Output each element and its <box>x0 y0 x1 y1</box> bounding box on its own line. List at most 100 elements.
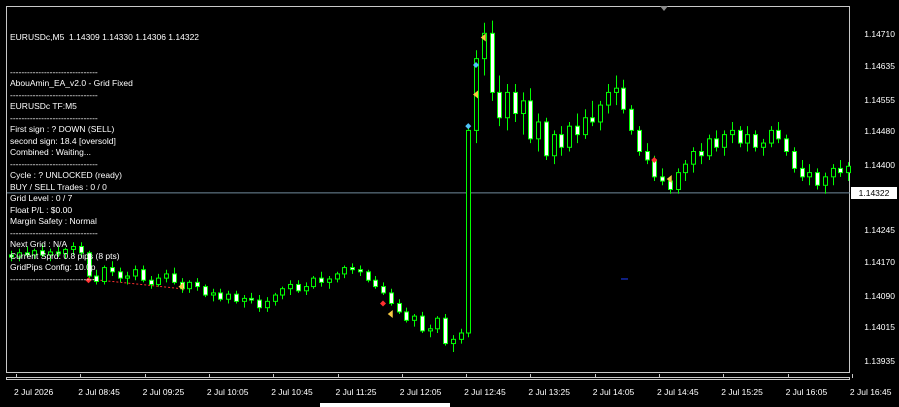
candle-body <box>435 317 440 330</box>
candle-body <box>683 163 688 174</box>
time-tick-label: 2 Jul 2026 <box>14 387 54 397</box>
candle-body <box>319 277 324 283</box>
candle-body <box>621 87 626 110</box>
shift-marker-icon[interactable] <box>660 6 668 11</box>
candle-body <box>304 286 309 292</box>
candle-body <box>544 121 549 157</box>
time-tick-label: 2 Jul 16:45 <box>849 387 892 397</box>
candle-body <box>288 283 293 290</box>
candle-body <box>575 125 580 136</box>
candle-body <box>249 297 254 301</box>
current-price-label: 1.14322 <box>851 186 897 199</box>
ea-status-line: Float P/L : $0.00 <box>10 204 73 215</box>
candle-body <box>265 300 270 309</box>
candle-body <box>606 91 611 106</box>
candle-body <box>342 267 347 275</box>
candle-body <box>242 297 247 302</box>
info-panel: EURUSDc,M5 1.14309 1.14330 1.14306 1.143… <box>10 9 199 284</box>
candle-body <box>567 125 572 148</box>
candle-body <box>637 129 642 153</box>
time-tick-label: 2 Jul 14:45 <box>657 387 699 397</box>
candle-body <box>699 151 704 157</box>
chart-scrollbar[interactable] <box>6 377 850 380</box>
candle-body <box>838 167 843 174</box>
candle-body <box>466 129 471 334</box>
candle-body <box>676 172 681 190</box>
candle-body <box>668 180 673 190</box>
candle-body <box>397 302 402 313</box>
candle-body <box>645 151 650 161</box>
candle-body <box>358 269 363 273</box>
ea-status-line: BUY / SELL Trades : 0 / 0 <box>10 181 107 192</box>
candle-body <box>257 299 262 309</box>
ea-status-line: Grid Level : 0 / 7 <box>10 193 73 203</box>
ea-status-line: AbouAmin_EA_v2.0 - Grid Fixed <box>10 78 133 88</box>
price-tick-label: 1.14710 <box>864 29 895 40</box>
time-tick-label: 2 Jul 10:45 <box>271 387 313 397</box>
candle-body <box>815 172 820 186</box>
time-tick-label: 2 Jul 11:25 <box>335 387 377 397</box>
candle-body <box>226 293 231 300</box>
ea-status-line: First sign : ? DOWN (SELL) <box>10 124 115 134</box>
ea-status-line: ------------------------------- <box>10 112 98 123</box>
candle-body <box>792 151 797 169</box>
candle-body <box>807 172 812 178</box>
candle-body <box>846 165 851 174</box>
candle-body <box>350 267 355 271</box>
candle-body <box>420 315 425 332</box>
candle-body <box>730 129 735 136</box>
candle-body <box>521 100 526 115</box>
sell-signal-icon <box>380 300 386 307</box>
candle-body <box>590 117 595 123</box>
time-tick-label: 2 Jul 13:25 <box>528 387 570 397</box>
candle-body <box>428 328 433 332</box>
chart-window[interactable]: EURUSDc,M5 1.14309 1.14330 1.14306 1.143… <box>0 0 899 407</box>
candle-body <box>691 151 696 165</box>
ea-status-line: GridPips Config: 10.0p <box>10 262 96 272</box>
candle-body <box>583 117 588 136</box>
candle-body <box>707 138 712 157</box>
candle-body <box>490 32 495 93</box>
price-tick-label: 1.14635 <box>864 60 895 71</box>
price-tick-label: 1.13935 <box>864 356 895 367</box>
candle-body <box>776 129 781 140</box>
candle-body <box>831 167 836 178</box>
time-tick-label: 2 Jul 12:45 <box>464 387 506 397</box>
ea-status-line: Next Grid : N/A <box>10 239 68 249</box>
candle-body <box>373 279 378 288</box>
candle-body <box>381 286 386 294</box>
candle-body <box>335 273 340 280</box>
candle-body <box>784 138 789 153</box>
candle-body <box>327 278 332 283</box>
ea-status-line: ------------------------------- <box>10 89 98 100</box>
candle-body <box>738 129 743 144</box>
candle-body <box>800 167 805 178</box>
time-tick-label: 2 Jul 09:25 <box>142 387 185 397</box>
time-tick-label: 2 Jul 10:05 <box>206 387 249 397</box>
horizontal-scroll-thumb[interactable] <box>320 403 450 407</box>
time-tick-label: 2 Jul 16:05 <box>785 387 828 397</box>
ea-status-line: Current Sprd: 0.8 pips (8 pts) <box>10 250 120 261</box>
time-tick-label: 2 Jul 12:05 <box>399 387 442 397</box>
candle-body <box>629 108 634 131</box>
price-tick-label: 1.14245 <box>864 225 895 236</box>
candle-body <box>528 100 533 140</box>
candle-body <box>280 288 285 296</box>
price-tick-label: 1.14400 <box>864 159 895 170</box>
time-tick-label: 2 Jul 14:05 <box>592 387 635 397</box>
candle-body <box>366 271 371 281</box>
ea-status-line: second sign: 18.4 [oversold] <box>10 135 116 146</box>
candle-body <box>614 87 619 93</box>
candle-body <box>412 315 417 321</box>
ea-status-panel: ------------------------------- AbouAmin_… <box>10 67 199 284</box>
candle-body <box>513 91 518 115</box>
candle-body <box>211 292 216 296</box>
candle-body <box>559 134 564 148</box>
candle-body <box>218 292 223 300</box>
candle-body <box>273 294 278 302</box>
candle-body <box>311 277 316 288</box>
candle-body <box>497 91 502 119</box>
candle-body <box>722 134 727 148</box>
ea-status-line: Cycle : ? UNLOCKED (ready) <box>10 170 122 180</box>
price-tick-label: 1.14555 <box>864 94 895 105</box>
